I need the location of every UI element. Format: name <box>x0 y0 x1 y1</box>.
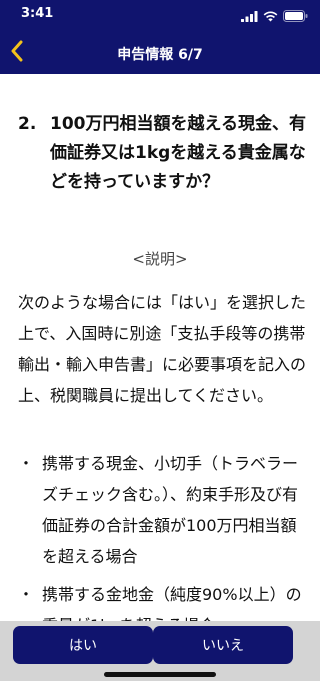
description-body: 次のような場合には「はい」を選択した上で、入国時に別途「支払手段等の携帯輸出・輸… <box>18 293 307 405</box>
status-time: 3:41 <box>21 6 54 21</box>
yes-button[interactable]: はい <box>13 626 153 664</box>
no-button[interactable]: いいえ <box>153 626 293 664</box>
bullet-text: 携帯する金地金（純度90%以上）の重量が1kgを超える場合 <box>42 585 302 621</box>
answer-footer: はい いいえ <box>0 621 320 681</box>
list-item: ・ 携帯する現金、小切手（トラベラーズチェック含む。）、約束手形及び有価証券の合… <box>18 448 310 572</box>
home-indicator <box>104 672 216 677</box>
bullet-marker: ・ <box>18 585 35 604</box>
signal-icon <box>241 7 258 26</box>
description-heading: <説明> <box>132 250 188 268</box>
wifi-icon <box>263 7 278 26</box>
list-item: ・ 携帯する金地金（純度90%以上）の重量が1kgを超える場合 <box>18 579 310 621</box>
bullet-marker: ・ <box>18 454 35 473</box>
status-bar: 3:41 <box>0 0 320 32</box>
question-number: 2. <box>18 114 37 134</box>
nav-bar: 申告情報 6/7 <box>0 32 320 74</box>
battery-icon <box>283 7 308 26</box>
main-content[interactable]: 2. 100万円相当額を越える現金、有価証券又は1kgを越える貴金属などを持って… <box>0 74 320 621</box>
question: 2. 100万円相当額を越える現金、有価証券又は1kgを越える貴金属などを持って… <box>18 110 308 197</box>
page-title: 申告情報 6/7 <box>117 47 203 63</box>
question-text: 100万円相当額を越える現金、有価証券又は1kgを越える貴金属などを持っています… <box>50 114 306 192</box>
bullet-text: 携帯する現金、小切手（トラベラーズチェック含む。）、約束手形及び有価証券の合計金… <box>42 454 299 566</box>
status-icons <box>241 7 308 26</box>
